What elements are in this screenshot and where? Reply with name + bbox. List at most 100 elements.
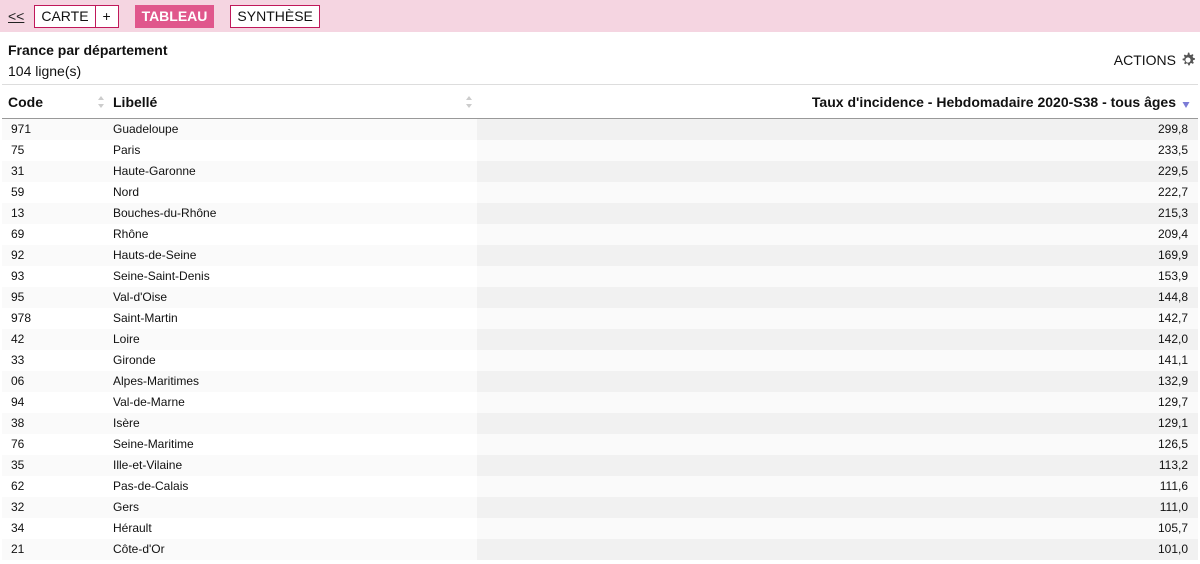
cell-libelle: Gers [107,496,477,518]
table-body: 971 Guadeloupe 299,8 75 Paris 233,5 31 Haute-Ga… [2,118,1198,560]
table-row[interactable]: 93 Seine-Saint-Denis 153,9 [2,265,1198,287]
cell-code: 75 [2,139,107,161]
top-navigation-bar: << CARTE + TABLEAU SYNTHÈSE [0,0,1200,32]
cell-taux: 299,8 [477,118,1198,140]
cell-taux: 141,1 [477,349,1198,371]
cell-libelle: Seine-Saint-Denis [107,265,477,287]
sort-both-icon [98,96,104,108]
cell-code: 42 [2,328,107,350]
cell-libelle: Pas-de-Calais [107,475,477,497]
table-row[interactable]: 69 Rhône 209,4 [2,223,1198,245]
cell-code: 59 [2,181,107,203]
cell-code: 13 [2,202,107,224]
table-row[interactable]: 75 Paris 233,5 [2,139,1198,161]
cell-code: 69 [2,223,107,245]
cell-code: 93 [2,265,107,287]
table-row[interactable]: 978 Saint-Martin 142,7 [2,307,1198,329]
back-link[interactable]: << [8,8,24,24]
cell-libelle: Isère [107,412,477,434]
cell-code: 32 [2,496,107,518]
table-row[interactable]: 92 Hauts-de-Seine 169,9 [2,244,1198,266]
table-row[interactable]: 35 Ille-et-Vilaine 113,2 [2,454,1198,476]
cell-taux: 129,7 [477,391,1198,413]
cell-libelle: Gironde [107,349,477,371]
cell-taux: 144,8 [477,286,1198,308]
cell-code: 971 [2,118,107,140]
cell-libelle: Bouches-du-Rhône [107,202,477,224]
cell-taux: 215,3 [477,202,1198,224]
table-row[interactable]: 971 Guadeloupe 299,8 [2,118,1198,140]
cell-libelle: Val-d'Oise [107,286,477,308]
cell-taux: 142,0 [477,328,1198,350]
cell-taux: 101,0 [477,538,1198,560]
cell-libelle: Loire [107,328,477,350]
cell-libelle: Saint-Martin [107,307,477,329]
cell-taux: 129,1 [477,412,1198,434]
cell-taux: 111,6 [477,475,1198,497]
table-row[interactable]: 34 Hérault 105,7 [2,517,1198,539]
cell-taux: 229,5 [477,160,1198,182]
cell-libelle: Seine-Maritime [107,433,477,455]
cell-libelle: Haute-Garonne [107,160,477,182]
table-row[interactable]: 62 Pas-de-Calais 111,6 [2,475,1198,497]
column-header-code[interactable]: Code [2,84,107,119]
table-row[interactable]: 06 Alpes-Maritimes 132,9 [2,370,1198,392]
cell-code: 33 [2,349,107,371]
table-row[interactable]: 42 Loire 142,0 [2,328,1198,350]
cell-libelle: Hauts-de-Seine [107,244,477,266]
table-row[interactable]: 33 Gironde 141,1 [2,349,1198,371]
cell-taux: 105,7 [477,517,1198,539]
cell-code: 38 [2,412,107,434]
cell-libelle: Val-de-Marne [107,391,477,413]
table-header-row: Code Libellé Taux d'incidence - Hebdomad… [2,84,1198,119]
tab-tableau[interactable]: TABLEAU [134,4,215,28]
cell-libelle: Côte-d'Or [107,538,477,560]
cell-libelle: Ille-et-Vilaine [107,454,477,476]
cell-libelle: Nord [107,181,477,203]
table-row[interactable]: 21 Côte-d'Or 101,0 [2,538,1198,560]
cell-libelle: Paris [107,139,477,161]
cell-libelle: Guadeloupe [107,118,477,140]
add-map-button[interactable]: + [94,4,119,28]
table-row[interactable]: 94 Val-de-Marne 129,7 [2,391,1198,413]
cell-taux: 209,4 [477,223,1198,245]
cell-taux: 132,9 [477,370,1198,392]
actions-label: ACTIONS [1113,52,1176,68]
cell-code: 978 [2,307,107,329]
tab-synthese[interactable]: SYNTHÈSE [230,4,320,28]
table-row[interactable]: 13 Bouches-du-Rhône 215,3 [2,202,1198,224]
cell-code: 31 [2,160,107,182]
cell-taux: 113,2 [477,454,1198,476]
actions-menu-button[interactable]: ACTIONS [1114,52,1196,68]
table-row[interactable]: 95 Val-d'Oise 144,8 [2,286,1198,308]
cell-taux: 233,5 [477,139,1198,161]
table-row[interactable]: 32 Gers 111,0 [2,496,1198,518]
sort-both-icon [466,96,472,108]
column-header-taux[interactable]: Taux d'incidence - Hebdomadaire 2020-S38… [477,84,1198,119]
column-header-libelle[interactable]: Libellé [107,84,477,119]
cell-code: 95 [2,286,107,308]
sort-descending-icon [1182,102,1190,108]
cell-libelle: Rhône [107,223,477,245]
table-header-area: France par département 104 ligne(s) ACTI… [0,32,1200,84]
cell-code: 21 [2,538,107,560]
column-header-taux-label: Taux d'incidence - Hebdomadaire 2020-S38… [811,93,1176,110]
table-row[interactable]: 31 Haute-Garonne 229,5 [2,160,1198,182]
column-header-code-label: Code [8,93,43,110]
table-row[interactable]: 38 Isère 129,1 [2,412,1198,434]
table-row[interactable]: 59 Nord 222,7 [2,181,1198,203]
cell-code: 34 [2,517,107,539]
cell-code: 62 [2,475,107,497]
tab-carte[interactable]: CARTE [34,4,95,28]
cell-code: 06 [2,370,107,392]
cell-code: 92 [2,244,107,266]
cell-taux: 111,0 [477,496,1198,518]
cell-taux: 142,7 [477,307,1198,329]
row-count: 104 ligne(s) [8,63,82,79]
cell-code: 76 [2,433,107,455]
page-title: France par département [8,42,168,58]
column-header-libelle-label: Libellé [113,93,158,110]
cell-taux: 153,9 [477,265,1198,287]
table-row[interactable]: 76 Seine-Maritime 126,5 [2,433,1198,455]
cell-code: 35 [2,454,107,476]
